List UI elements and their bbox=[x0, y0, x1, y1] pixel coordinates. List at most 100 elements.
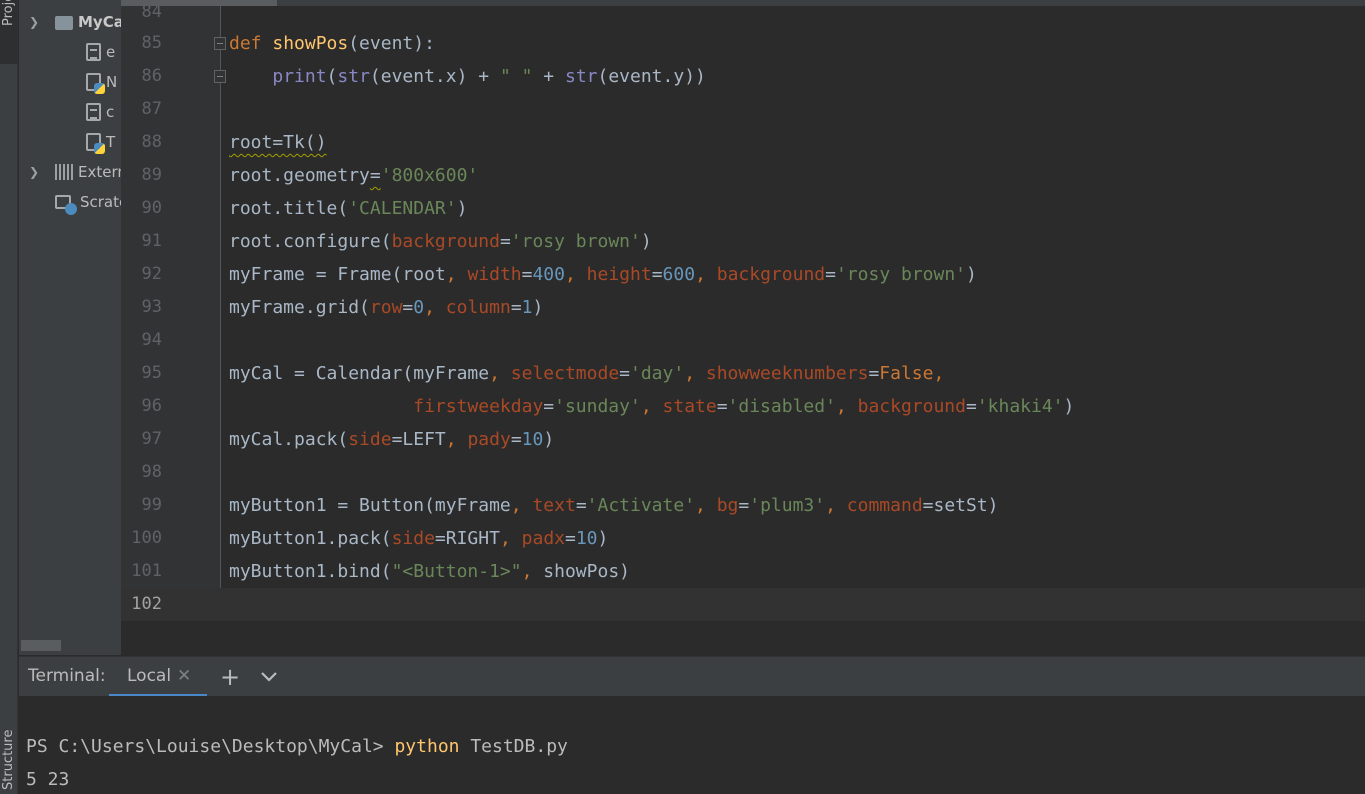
code-line: 101 myButton1.bind("<Button-1>", showPos) bbox=[121, 555, 1365, 588]
scrollbar-thumb[interactable] bbox=[121, 0, 277, 6]
code-line: 88 root=Tk() bbox=[121, 126, 1365, 159]
line-number: 101 bbox=[131, 561, 162, 581]
tree-item-file-4[interactable]: T bbox=[86, 130, 115, 154]
code-line: 85 def showPos(event): bbox=[121, 27, 1365, 60]
tree-item-file-2[interactable]: N bbox=[86, 70, 117, 94]
fold-end-icon[interactable] bbox=[214, 70, 226, 83]
project-tool-tab-label: Project bbox=[1, 0, 16, 26]
code-text: firstweekday='sunday', state='disabled',… bbox=[413, 396, 1075, 417]
terminal-args: TestDB.py bbox=[459, 736, 568, 757]
terminal-prompt: PS C:\Users\Louise\Desktop\MyCal> bbox=[26, 736, 395, 757]
code-line: 96 firstweekday='sunday', state='disable… bbox=[121, 390, 1365, 423]
code-line: 97 myCal.pack(side=LEFT, pady=10) bbox=[121, 423, 1365, 456]
line-number: 102 bbox=[131, 594, 162, 614]
tree-item-label: External Libraries bbox=[78, 163, 121, 181]
code-line: 99 myButton1 = Button(myFrame, text='Acti… bbox=[121, 489, 1365, 522]
tree-item-scratches[interactable]: Scratches and Consoles bbox=[55, 190, 121, 215]
file-icon bbox=[86, 103, 101, 121]
line-number: 93 bbox=[141, 297, 162, 317]
tree-item-root-label: MyCal bbox=[78, 13, 121, 31]
add-icon[interactable]: + bbox=[220, 663, 240, 691]
chevron-down-icon[interactable] bbox=[258, 665, 280, 687]
tree-item-label: e bbox=[106, 43, 116, 61]
terminal-output[interactable]: PS C:\Users\Louise\Desktop\MyCal> python… bbox=[19, 696, 1365, 794]
code-text: myButton1.bind("<Button-1>", showPos) bbox=[229, 561, 630, 582]
structure-tool-tab-label: Structure bbox=[1, 729, 16, 790]
library-icon bbox=[55, 164, 73, 180]
code-text: myCal = Calendar(myFrame, selectmode='da… bbox=[229, 363, 945, 384]
code-line: 100 myButton1.pack(side=RIGHT, padx=10) bbox=[121, 522, 1365, 555]
line-number: 85 bbox=[141, 33, 162, 53]
code-line-current: 102 bbox=[121, 588, 1365, 621]
code-line: 98 bbox=[121, 456, 1365, 489]
tab-local[interactable]: Local ✕ bbox=[109, 657, 207, 697]
code-line: 89 root.geometry='800x600' bbox=[121, 159, 1365, 192]
tree-item-root[interactable]: ❯ MyCal bbox=[29, 10, 121, 34]
code-area[interactable]: 84 85 def showPos(event): 86 print(str(ev… bbox=[121, 0, 1365, 621]
file-icon bbox=[86, 43, 101, 61]
line-number: 94 bbox=[141, 330, 162, 350]
code-line: 94 bbox=[121, 324, 1365, 357]
terminal-command-line: PS C:\Users\Louise\Desktop\MyCal> python… bbox=[26, 736, 568, 757]
tree-item-label: T bbox=[106, 133, 116, 151]
code-text: def showPos(event): bbox=[229, 33, 435, 54]
line-number: 90 bbox=[141, 198, 162, 218]
terminal-command: python bbox=[394, 736, 460, 757]
line-number: 97 bbox=[141, 429, 162, 449]
chevron-down-icon[interactable]: ❯ bbox=[29, 15, 43, 29]
tree-item-label: c bbox=[106, 103, 115, 121]
project-tree-panel: ❯ MyCal e N c T ❯ External Libraries Scr… bbox=[19, 0, 121, 655]
line-number: 98 bbox=[141, 462, 162, 482]
line-number: 92 bbox=[141, 264, 162, 284]
editor-horizontal-scrollbar[interactable] bbox=[121, 0, 1365, 6]
code-line: 93 myFrame.grid(row=0, column=1) bbox=[121, 291, 1365, 324]
line-number: 96 bbox=[141, 396, 162, 416]
line-number: 86 bbox=[141, 66, 162, 86]
close-icon[interactable]: ✕ bbox=[177, 666, 191, 686]
project-tool-tab[interactable]: Project bbox=[0, 0, 18, 64]
code-line: 86 print(str(event.x) + " " + str(event.… bbox=[121, 60, 1365, 93]
line-number: 95 bbox=[141, 363, 162, 383]
tree-item-file-1[interactable]: e bbox=[86, 40, 115, 64]
fold-icon[interactable] bbox=[214, 37, 226, 50]
python-file-icon bbox=[86, 73, 105, 94]
structure-tool-tab[interactable]: Structure bbox=[0, 700, 18, 794]
code-text: myButton1.pack(side=RIGHT, padx=10) bbox=[229, 528, 609, 549]
folder-icon bbox=[55, 16, 73, 30]
code-text: myFrame.grid(row=0, column=1) bbox=[229, 297, 544, 318]
tree-item-label: N bbox=[106, 73, 118, 91]
tree-item-file-3[interactable]: c bbox=[86, 100, 114, 124]
tree-item-external-libraries[interactable]: ❯ External Libraries bbox=[29, 160, 121, 184]
line-number: 89 bbox=[141, 165, 162, 185]
editor-bottom-area bbox=[121, 620, 1365, 655]
chevron-right-icon[interactable]: ❯ bbox=[29, 165, 43, 179]
code-text: root=Tk() bbox=[229, 132, 327, 153]
terminal-header: Terminal: Local ✕ + bbox=[19, 656, 1365, 697]
code-line: 92 myFrame = Frame(root, width=400, heigh… bbox=[121, 258, 1365, 291]
code-text: print(str(event.x) + " " + str(event.y)) bbox=[272, 66, 706, 87]
code-line: 91 root.configure(background='rosy brown'… bbox=[121, 225, 1365, 258]
code-line: 90 root.title('CALENDAR') bbox=[121, 192, 1365, 225]
line-number: 100 bbox=[131, 528, 162, 548]
scratches-icon bbox=[55, 195, 77, 215]
line-number: 87 bbox=[141, 99, 162, 119]
code-text: myCal.pack(side=LEFT, pady=10) bbox=[229, 429, 555, 450]
terminal-title: Terminal: bbox=[28, 666, 106, 686]
line-number: 91 bbox=[141, 231, 162, 251]
code-text: myFrame = Frame(root, width=400, height=… bbox=[229, 264, 977, 285]
project-horizontal-scrollbar[interactable] bbox=[19, 636, 121, 655]
python-file-icon bbox=[86, 133, 105, 154]
code-line: 87 bbox=[121, 93, 1365, 126]
code-text: myButton1 = Button(myFrame, text='Activa… bbox=[229, 495, 999, 516]
line-number: 88 bbox=[141, 132, 162, 152]
code-text: root.configure(background='rosy brown') bbox=[229, 231, 652, 252]
terminal-output-line: 5 23 bbox=[26, 769, 70, 790]
left-tool-strip: Project Structure bbox=[0, 0, 18, 794]
code-editor[interactable]: 84 85 def showPos(event): 86 print(str(ev… bbox=[121, 0, 1365, 655]
code-line: 95 myCal = Calendar(myFrame, selectmode='… bbox=[121, 357, 1365, 390]
scrollbar-thumb[interactable] bbox=[21, 640, 61, 651]
tree-item-label: Scratches and Consoles bbox=[80, 193, 121, 211]
tab-local-label: Local bbox=[127, 666, 172, 686]
code-text: root.title('CALENDAR') bbox=[229, 198, 468, 219]
line-number: 99 bbox=[141, 495, 162, 515]
